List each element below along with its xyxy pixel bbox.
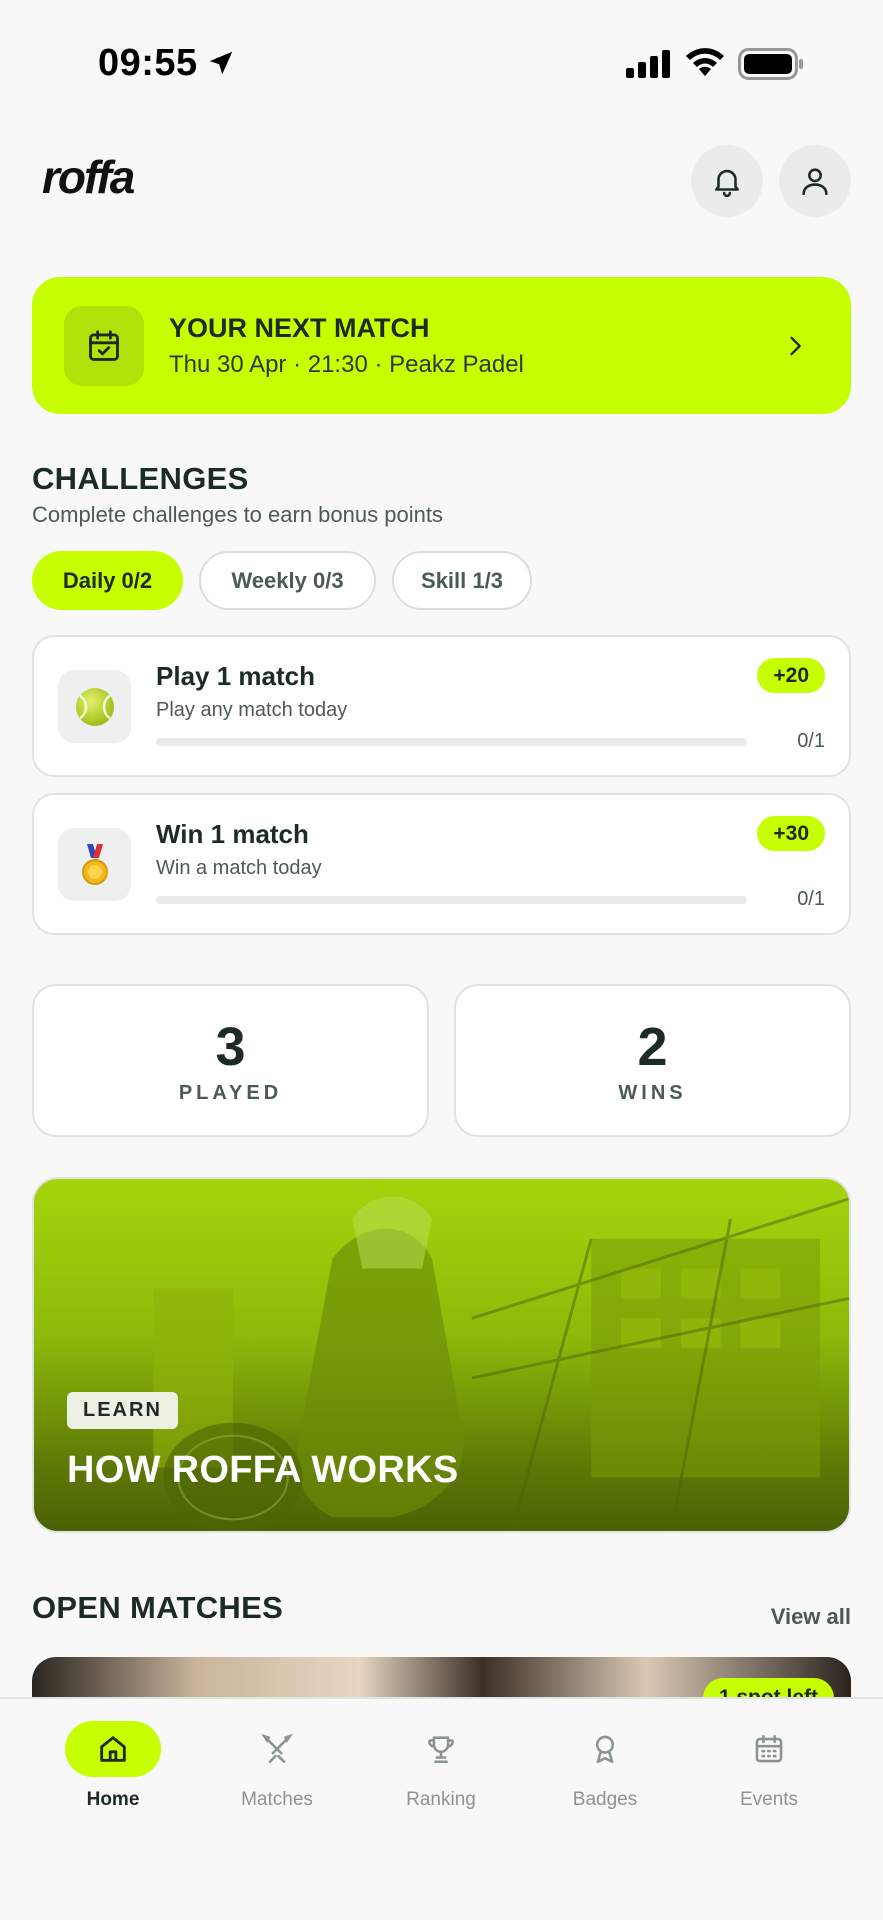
tab-matches[interactable]: Matches xyxy=(212,1721,342,1811)
challenge-title: Play 1 match xyxy=(156,661,315,691)
tab-label: Ranking xyxy=(406,1789,476,1810)
battery-icon xyxy=(738,48,803,80)
challenge-title: Win 1 match xyxy=(156,819,309,849)
challenge-progress-count: 0/1 xyxy=(797,888,825,910)
challenges-title: CHALLENGES xyxy=(32,461,249,496)
tab-icon-wrap xyxy=(721,1721,817,1777)
tab-events[interactable]: Events xyxy=(704,1721,834,1811)
wifi-icon xyxy=(686,48,724,76)
tennis-ball-icon xyxy=(75,687,114,726)
crossed-rackets-icon xyxy=(261,1733,293,1764)
tab-bar: Home Matches Ranking Badges Events xyxy=(0,1697,883,1920)
learn-banner[interactable]: LEARN HOW ROFFA WORKS xyxy=(32,1177,851,1533)
stat-label: WINS xyxy=(618,1082,687,1104)
stat-label: PLAYED xyxy=(178,1082,283,1104)
tab-weekly[interactable]: Weekly 0/3 xyxy=(199,551,376,610)
tab-ranking[interactable]: Ranking xyxy=(376,1721,506,1811)
tab-daily[interactable]: Daily 0/2 xyxy=(32,551,183,610)
user-icon xyxy=(802,168,828,196)
challenge-progress-count: 0/1 xyxy=(797,730,825,752)
calendar-check-icon xyxy=(89,330,119,361)
challenge-points-badge: +30 xyxy=(757,816,825,851)
challenges-subtitle: Complete challenges to earn bonus points xyxy=(32,502,443,527)
challenge-points-badge: +20 xyxy=(757,658,825,693)
learn-title: HOW ROFFA WORKS xyxy=(67,1449,459,1491)
cellular-signal-icon xyxy=(626,50,670,78)
tab-skill[interactable]: Skill 1/3 xyxy=(392,551,532,610)
challenge-progress-bar xyxy=(156,738,747,746)
tab-icon-wrap xyxy=(393,1721,489,1777)
next-match-card[interactable]: YOUR NEXT MATCH Thu 30 Apr · 21:30 · Pea… xyxy=(32,277,851,414)
tab-icon-wrap xyxy=(65,1721,161,1777)
stat-value: 2 xyxy=(637,1017,668,1077)
stat-card-played: 3 PLAYED xyxy=(32,984,429,1137)
home-icon xyxy=(100,1736,126,1762)
status-bar: 09:55 xyxy=(0,0,883,130)
challenge-description: Play any match today xyxy=(156,699,348,721)
award-icon xyxy=(595,1735,615,1764)
tab-label: Badges xyxy=(572,1789,638,1810)
challenge-progress-bar xyxy=(156,896,747,904)
stat-value: 3 xyxy=(215,1017,246,1077)
tab-icon-wrap xyxy=(557,1721,653,1777)
tab-label: Events xyxy=(739,1789,799,1810)
view-all-link[interactable]: View all xyxy=(771,1604,851,1630)
tab-label: Matches xyxy=(241,1789,313,1810)
location-arrow-icon xyxy=(209,51,233,75)
medal-icon xyxy=(81,843,108,885)
calendar-icon xyxy=(755,1734,783,1763)
bell-icon xyxy=(715,169,739,198)
next-match-detail: Thu 30 Apr · 21:30 · Peakz Padel xyxy=(169,351,524,378)
tab-badges[interactable]: Badges xyxy=(540,1721,670,1811)
tab-label: Home xyxy=(86,1789,140,1810)
app-logo[interactable]: roffa xyxy=(42,150,135,204)
profile-button[interactable] xyxy=(779,145,851,217)
tab-icon-wrap xyxy=(229,1721,325,1777)
challenge-description: Win a match today xyxy=(156,857,322,879)
learn-tag: LEARN xyxy=(67,1392,178,1429)
next-match-icon-box xyxy=(64,306,144,386)
challenge-icon-box xyxy=(58,828,131,901)
chevron-right-icon xyxy=(790,336,801,356)
notifications-button[interactable] xyxy=(691,145,763,217)
open-matches-title: OPEN MATCHES xyxy=(32,1590,284,1625)
challenge-icon-box xyxy=(58,670,131,743)
challenge-card[interactable]: Win 1 match Win a match today +30 0/1 xyxy=(32,793,851,935)
tab-home[interactable]: Home xyxy=(48,1721,178,1811)
stat-card-wins: 2 WINS xyxy=(454,984,851,1137)
trophy-icon xyxy=(428,1736,454,1764)
status-time: 09:55 xyxy=(98,42,198,84)
challenge-card[interactable]: Play 1 match Play any match today +20 0/… xyxy=(32,635,851,777)
next-match-title: YOUR NEXT MATCH xyxy=(169,313,430,343)
